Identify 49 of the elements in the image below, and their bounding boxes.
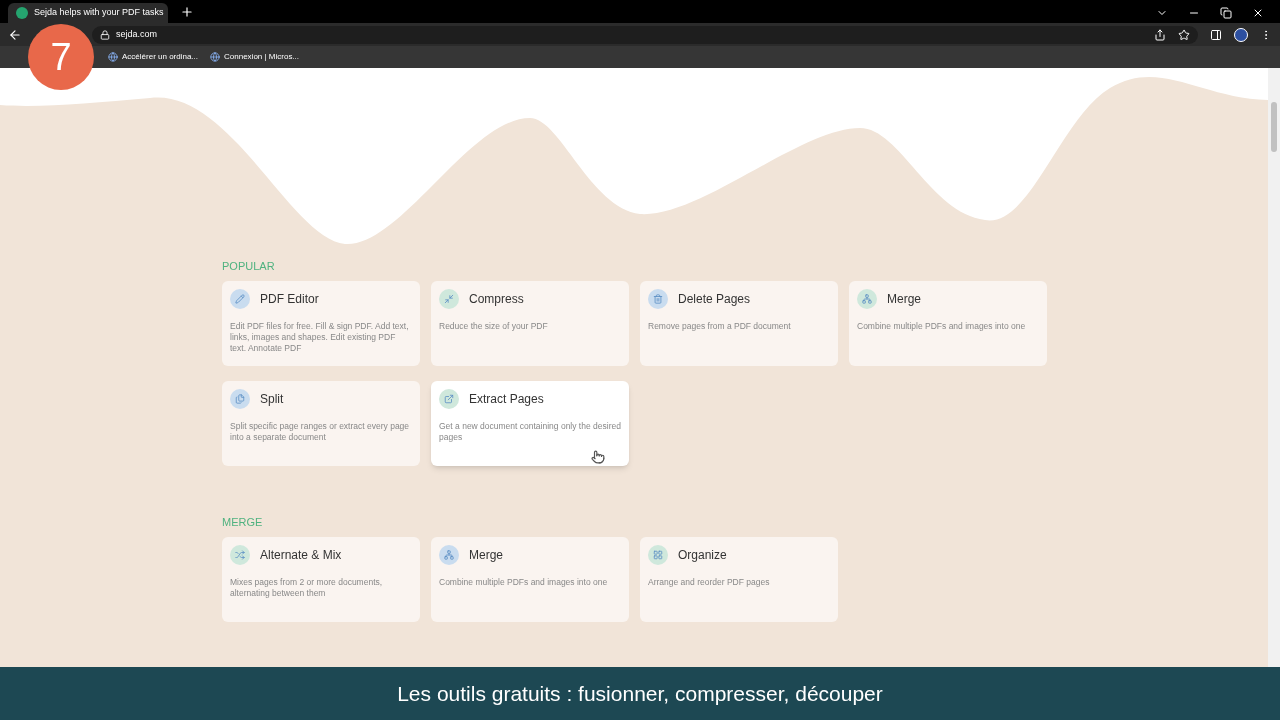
tool-title: Alternate & Mix	[260, 547, 342, 564]
tool-title: Compress	[469, 291, 524, 308]
url-text: sejda.com	[116, 27, 158, 41]
tool-title: Extract Pages	[469, 391, 544, 408]
tool-description: Combine multiple PDFs and images into one	[857, 321, 1027, 332]
tool-title: PDF Editor	[260, 291, 319, 308]
tool-card[interactable]: Compress Reduce the size of your PDF	[431, 281, 629, 366]
lock-icon	[100, 29, 110, 40]
tool-description: Reduce the size of your PDF	[439, 321, 549, 332]
tool-title: Organize	[678, 547, 727, 564]
tool-title: Merge	[887, 291, 921, 308]
tool-description: Get a new document containing only the desired pages	[439, 421, 621, 443]
tool-title: Delete Pages	[678, 291, 751, 308]
browser-tab[interactable]: Sejda helps with your PDF tasks	[8, 3, 168, 23]
close-icon[interactable]	[1252, 7, 1264, 19]
share-icon[interactable]	[1154, 28, 1166, 41]
tool-description: Remove pages from a PDF document	[648, 321, 792, 332]
tool-title: Split	[260, 391, 284, 408]
section-heading: POPULAR	[222, 259, 276, 273]
bookmark[interactable]: Accélérer un ordina...	[108, 51, 199, 63]
globe-icon	[108, 52, 118, 62]
globe-icon	[210, 52, 221, 62]
site-logo-icon	[16, 7, 28, 19]
section-heading: MERGE	[222, 515, 264, 529]
address-bar[interactable]: sejda.com	[92, 25, 1198, 44]
tool-description: Combine multiple PDFs and images into one	[439, 577, 609, 588]
new-tab-icon[interactable]	[180, 5, 194, 19]
caption-text: Les outils gratuits : fusionner, compresser, découper	[397, 680, 883, 707]
profile-avatar[interactable]	[1234, 27, 1248, 42]
tool-description: Mixes pages from 2 or more documents, alternating between them	[230, 577, 384, 599]
tool-title: Merge	[469, 547, 503, 564]
tab-title: Sejda helps with your PDF tasks	[34, 6, 164, 20]
restore-icon[interactable]	[1220, 7, 1232, 19]
tool-card[interactable]: Delete Pages Remove pages from a PDF document	[640, 281, 838, 366]
tool-description: Arrange and reorder PDF pages	[648, 577, 771, 588]
tool-card[interactable]: Merge Combine multiple PDFs and images into one	[849, 281, 1047, 366]
side-panel-icon[interactable]	[1210, 28, 1222, 41]
tool-card[interactable]: Organize Arrange and reorder PDF pages	[640, 537, 838, 622]
tool-card[interactable]: Extract Pages Get a new document containing only the desired pages	[431, 381, 629, 466]
tool-card[interactable]: Split Split specific page ranges or extract every page into a separate document	[222, 381, 420, 466]
hand-cursor-icon	[591, 450, 605, 464]
bookmark[interactable]: Connexion | Micros...	[210, 51, 300, 63]
back-icon[interactable]	[8, 27, 22, 42]
star-icon[interactable]	[1178, 28, 1190, 41]
tool-card[interactable]: Merge Combine multiple PDFs and images into one	[431, 537, 629, 622]
tool-description: Edit PDF files for free. Fill & sign PDF. Add text, links, images and shapes. Edit existing PDF text. Annotate PDF	[230, 321, 410, 354]
tool-description: Split specific page ranges or extract every page into a separate document	[230, 421, 411, 443]
tool-card[interactable]: PDF Editor Edit PDF files for free. Fill & sign PDF. Add text, links, images and shapes. Edit existing PDF text. Annotate PDF	[222, 281, 420, 366]
tool-card[interactable]: Alternate & Mix Mixes pages from 2 or more documents, alternating between them	[222, 537, 420, 622]
